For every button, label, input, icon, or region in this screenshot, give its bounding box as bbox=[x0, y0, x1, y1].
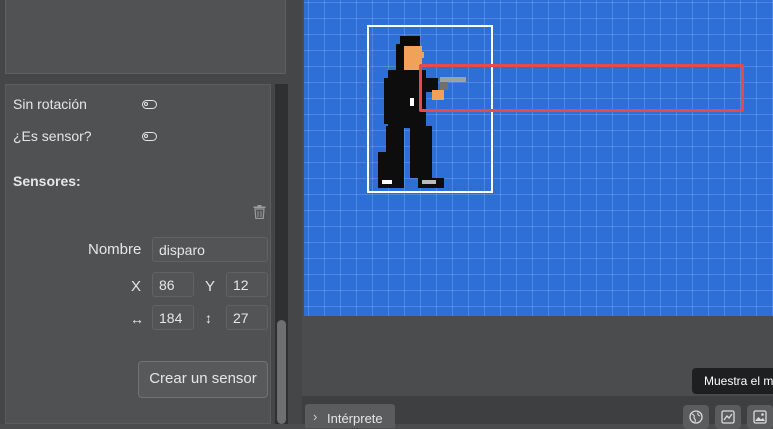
width-icon: ↔ bbox=[130, 311, 144, 327]
inspector-panel: Sin rotación ¿Es sensor? Sensores: Nombr… bbox=[0, 0, 302, 424]
no-rotation-toggle[interactable] bbox=[142, 100, 157, 109]
chart-icon bbox=[721, 410, 735, 424]
tooltip: Muestra el m bbox=[692, 368, 773, 394]
scrollbar-thumb[interactable] bbox=[277, 320, 286, 424]
sensor-y-label: Y bbox=[205, 278, 216, 295]
image-button[interactable] bbox=[747, 405, 773, 429]
scene-canvas[interactable] bbox=[304, 0, 773, 316]
sensor-height-input[interactable] bbox=[226, 305, 268, 330]
sensor-area[interactable] bbox=[419, 64, 744, 112]
preview-box bbox=[5, 0, 286, 74]
tab-interpreter[interactable]: › Intérprete bbox=[305, 404, 395, 428]
chevron-right-icon: › bbox=[313, 409, 318, 424]
is-sensor-toggle[interactable] bbox=[142, 132, 157, 141]
sensor-x-label: X bbox=[131, 278, 142, 295]
trash-icon[interactable] bbox=[253, 205, 266, 219]
height-icon: ↕ bbox=[205, 310, 212, 326]
sensor-x-input[interactable] bbox=[152, 272, 194, 297]
no-rotation-label: Sin rotación bbox=[13, 96, 87, 112]
chart-button[interactable] bbox=[715, 405, 741, 429]
is-sensor-label: ¿Es sensor? bbox=[13, 128, 92, 144]
globe-button[interactable] bbox=[683, 405, 709, 429]
sensor-name-label: Nombre bbox=[88, 241, 142, 258]
sensors-heading: Sensores: bbox=[13, 173, 81, 189]
create-sensor-button[interactable]: Crear un sensor bbox=[138, 361, 268, 398]
globe-icon bbox=[689, 410, 703, 424]
sensor-width-input[interactable] bbox=[152, 305, 194, 330]
sensor-name-input[interactable] bbox=[152, 237, 268, 262]
character-sprite[interactable] bbox=[372, 34, 467, 190]
image-icon bbox=[753, 410, 767, 424]
sensor-y-input[interactable] bbox=[226, 272, 268, 297]
